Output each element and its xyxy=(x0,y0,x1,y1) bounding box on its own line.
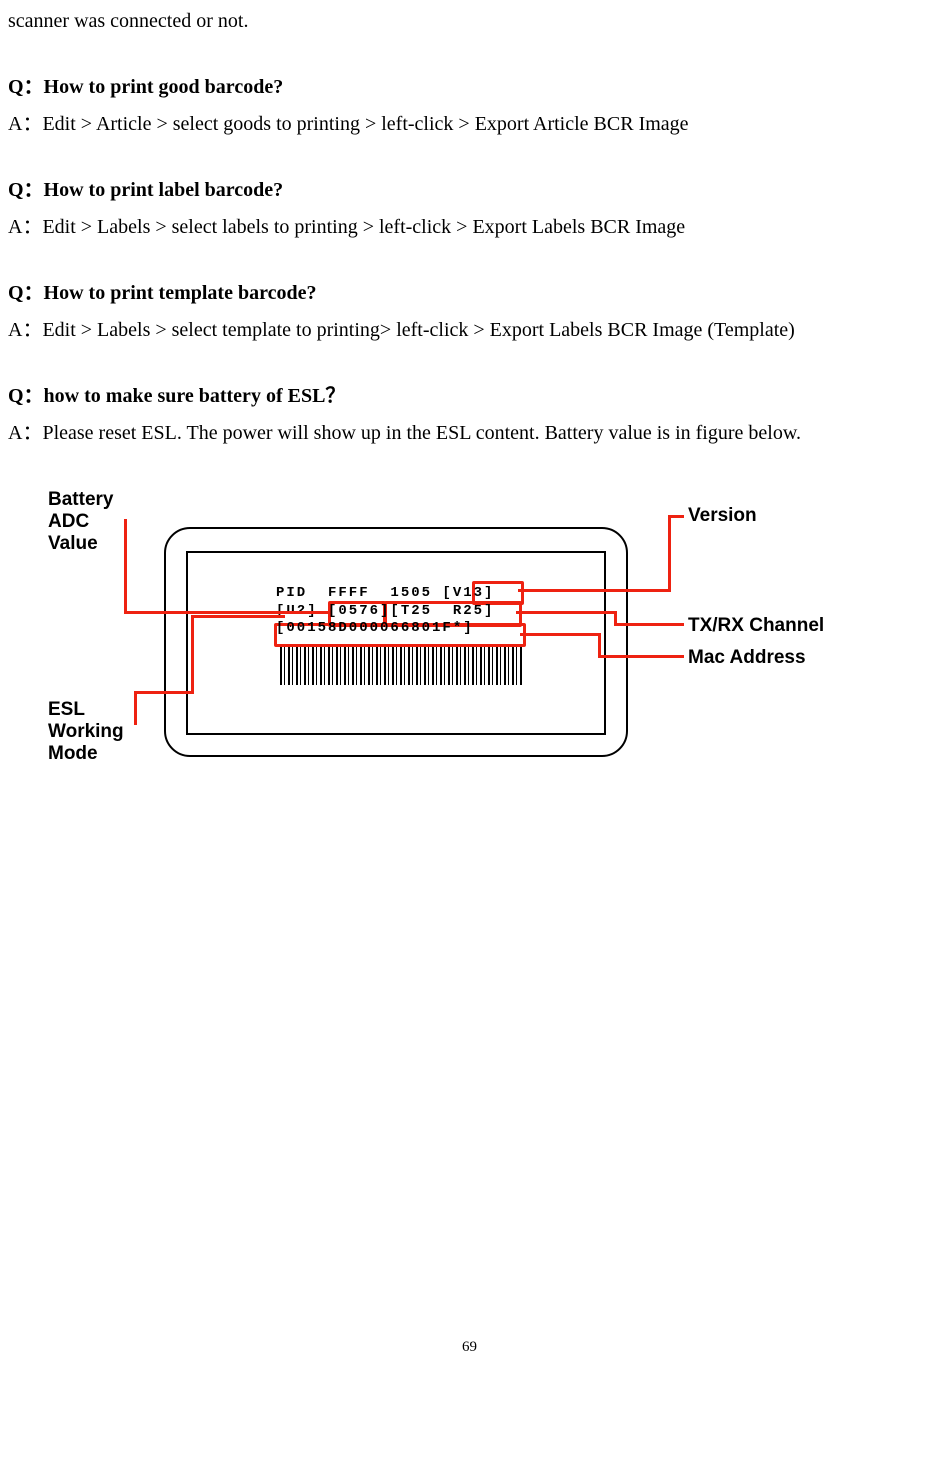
callout-line xyxy=(518,589,670,592)
callout-line xyxy=(614,623,684,626)
callout-line xyxy=(124,519,127,613)
callout-line xyxy=(134,691,137,725)
label-battery-adc: Battery ADC Value xyxy=(48,489,113,555)
barcode-graphic xyxy=(280,647,522,685)
faq-answer: A：Edit > Labels > select template to pri… xyxy=(8,314,931,346)
label-esl-mode: ESL Working Mode xyxy=(48,699,124,765)
callout-line xyxy=(134,691,194,694)
faq-question: Q：How to print good barcode? xyxy=(8,71,931,103)
paragraph-fragment: scanner was connected or not. xyxy=(8,5,931,37)
callout-line xyxy=(668,515,671,592)
callout-line xyxy=(598,655,684,658)
callout-line xyxy=(191,615,194,693)
label-mac-address: Mac Address xyxy=(688,647,806,669)
callout-line xyxy=(124,611,328,614)
esl-figure: Battery ADC Value ESL Working Mode Versi… xyxy=(48,489,888,829)
faq-question: Q：How to print label barcode? xyxy=(8,174,931,206)
page-number: 69 xyxy=(8,1339,931,1356)
faq-answer: A：Edit > Article > select goods to print… xyxy=(8,108,931,140)
callout-line xyxy=(516,611,616,614)
label-version: Version xyxy=(688,505,757,527)
callout-line xyxy=(191,615,285,618)
callout-line xyxy=(668,515,684,518)
faq-answer: A：Please reset ESL. The power will show … xyxy=(8,417,931,449)
callout-line xyxy=(598,633,601,657)
faq-answer: A：Edit > Labels > select labels to print… xyxy=(8,211,931,243)
faq-question: Q：how to make sure battery of ESL？ xyxy=(8,380,931,412)
faq-question: Q：How to print template barcode? xyxy=(8,277,931,309)
callout-line xyxy=(520,633,600,636)
label-txrx-channel: TX/RX Channel xyxy=(688,615,824,637)
